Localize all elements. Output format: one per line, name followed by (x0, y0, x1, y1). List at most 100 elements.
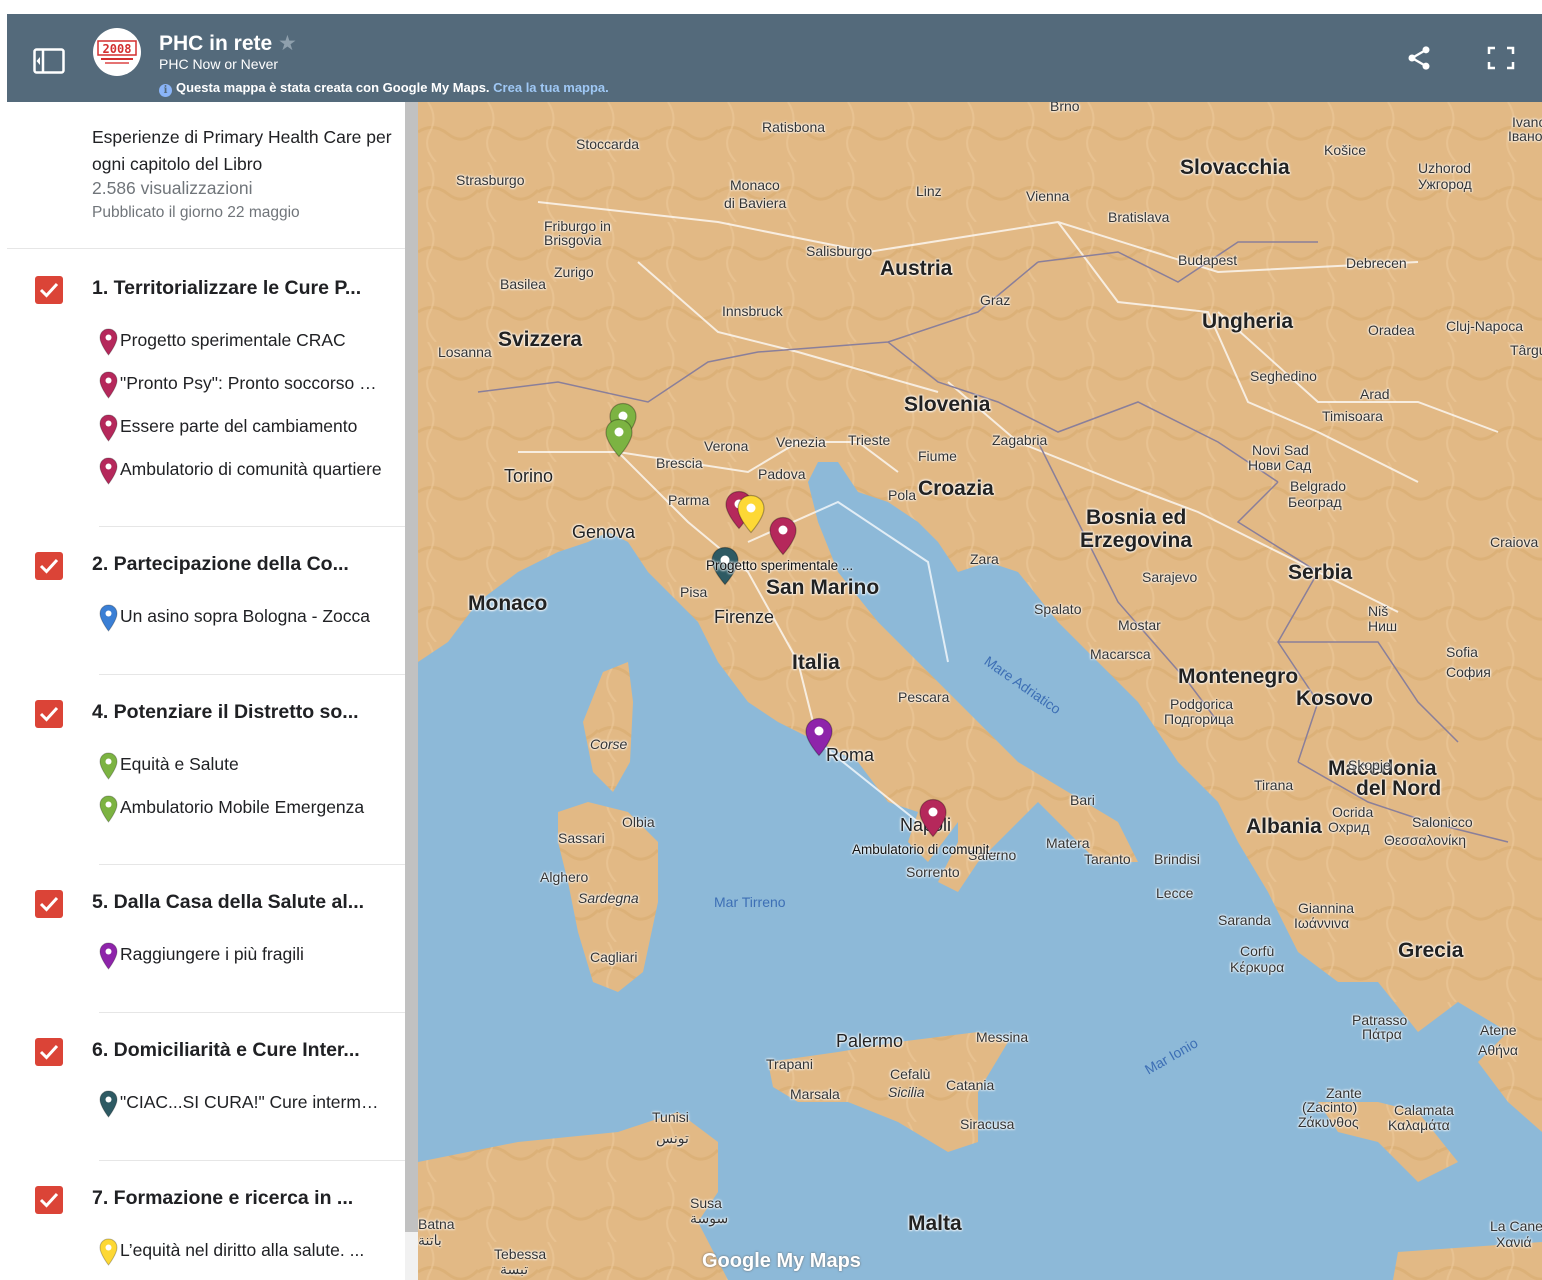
layer-checkbox[interactable] (35, 1186, 63, 1214)
city-label: Taranto (1084, 851, 1131, 867)
place-item[interactable]: Raggiungere i più fragili (99, 942, 399, 970)
city-label: Pisa (680, 584, 708, 600)
layer-title[interactable]: 7. Formazione e ricerca in ... (92, 1187, 392, 1210)
place-item[interactable]: Ambulatorio di comunità quartiere (99, 457, 399, 485)
scrollbar-thumb[interactable] (405, 102, 418, 1232)
country-label: Bosnia ed (1086, 506, 1187, 529)
place-item[interactable]: Ambulatorio Mobile Emergenza (99, 795, 399, 823)
city-label: Innsbruck (722, 303, 783, 319)
sea-label: Mar Tirreno (714, 894, 786, 910)
published-date: Pubblicato il giorno 22 maggio (92, 204, 300, 221)
my-maps-app: 2008 PHC in rete ★ PHC Now or Never i Que… (0, 0, 1542, 1280)
city-label: Alghero (540, 869, 589, 885)
share-button[interactable] (1405, 44, 1433, 72)
side-panel-toggle-button[interactable] (33, 48, 65, 74)
city-label: Craiova (1490, 534, 1539, 550)
layer-title[interactable]: 4. Potenziare il Distretto so... (92, 701, 392, 724)
country-label: Serbia (1288, 561, 1353, 584)
create-map-link[interactable]: Crea la tua mappa. (493, 80, 609, 95)
map-canvas[interactable]: Svizzera Austria Slovacchia Ungheria Sloveni… (418, 102, 1542, 1280)
city-label: Atene (1480, 1022, 1517, 1038)
place-item[interactable]: Equità e Salute (99, 752, 399, 780)
layer-checkbox[interactable] (35, 700, 63, 728)
city-label: Macarsca (1090, 646, 1151, 662)
city-label: Venezia (776, 434, 826, 450)
city-label: Sassari (558, 830, 605, 846)
place-item[interactable]: "CIAC...SI CURA!" Cure intermedie (99, 1090, 399, 1118)
layer-title[interactable]: 6. Domiciliarità e Cure Inter... (92, 1039, 392, 1062)
star-icon[interactable]: ★ (278, 31, 297, 56)
pin-label-ambulatorio: Ambulatorio di comunit... (852, 842, 1001, 857)
city-label: Brisgovia (544, 232, 602, 248)
country-label: Svizzera (498, 328, 583, 351)
island-label: Sardegna (578, 890, 639, 906)
city-label: Salisburgo (806, 243, 873, 259)
country-label: Grecia (1398, 939, 1464, 962)
layer-checkbox[interactable] (35, 890, 63, 918)
city-label: Ζάκυνθος (1298, 1114, 1359, 1130)
layer-title[interactable]: 5. Dalla Casa della Salute al... (92, 891, 392, 914)
layer-title[interactable]: 1. Territorializzare le Cure P... (92, 277, 392, 300)
city-label: Tunisi (652, 1109, 689, 1125)
place-item[interactable]: L’equità nel diritto alla salute. ... (99, 1238, 399, 1266)
map-marker-icon[interactable] (736, 494, 766, 534)
city-label: Bari (1070, 792, 1095, 808)
layer-divider (99, 674, 405, 675)
created-with-notice: i Questa mappa è stata creata con Google … (159, 80, 609, 97)
map-title: PHC in rete (159, 32, 273, 55)
city-label: Basilea (500, 276, 546, 292)
city-label: Podgorica (1170, 696, 1234, 712)
fullscreen-button[interactable] (1487, 46, 1515, 70)
layer-checkbox[interactable] (35, 1038, 63, 1066)
city-label: Zara (970, 551, 999, 567)
map-marker-icon[interactable] (604, 418, 634, 458)
city-label: Brescia (656, 455, 703, 471)
layer-checkbox[interactable] (35, 552, 63, 580)
city-label: Stoccarda (576, 136, 640, 152)
city-label: Fiume (918, 448, 957, 464)
place-marker-icon (99, 457, 118, 485)
city-label: Tebessa (494, 1246, 547, 1262)
island-label: Corse (590, 736, 628, 752)
layer-divider (99, 864, 405, 865)
fullscreen-icon (1487, 46, 1515, 70)
city-label: Torino (504, 466, 554, 486)
city-label: Losanna (438, 344, 492, 360)
city-label: Cefalù (890, 1066, 931, 1082)
city-label: Подгорица (1164, 711, 1234, 727)
view-count: 2.586 visualizzazioni (92, 178, 253, 198)
notice-text: Questa mappa è stata creata con Google M… (176, 80, 490, 95)
scrollbar-track[interactable] (405, 1232, 418, 1280)
city-label: Vienna (1026, 188, 1070, 204)
place-marker-icon (99, 604, 118, 632)
country-label: Slovenia (904, 393, 991, 416)
city-label: Ужгород (1418, 176, 1472, 192)
map-marker-icon[interactable] (918, 798, 948, 838)
city-label: Ratisbona (762, 119, 826, 135)
city-label: Linz (916, 183, 942, 199)
city-label: Messina (976, 1029, 1029, 1045)
country-label: Italia (792, 651, 840, 674)
city-label: Olbia (622, 814, 655, 830)
map-marker-icon[interactable] (804, 717, 834, 757)
city-label: Belgrado (1290, 478, 1347, 494)
divider (7, 248, 405, 249)
city-label: Нови Сад (1248, 457, 1312, 473)
place-item[interactable]: "Pronto Psy": Pronto soccorso psicologic… (99, 371, 399, 399)
country-label: Ungheria (1202, 310, 1294, 333)
city-label: Košice (1324, 142, 1367, 158)
city-label: Siracusa (960, 1116, 1015, 1132)
layer-checkbox[interactable] (35, 276, 63, 304)
place-item[interactable]: Essere parte del cambiamento (99, 414, 399, 442)
layer-divider (99, 1012, 405, 1013)
map-marker-icon[interactable] (768, 516, 798, 556)
city-label: Târgu (1510, 342, 1542, 358)
country-label: Monaco (468, 592, 548, 615)
place-item[interactable]: Progetto sperimentale CRAC (99, 328, 399, 356)
place-item[interactable]: Un asino sopra Bologna - Zocca (99, 604, 399, 632)
layer-title[interactable]: 2. Partecipazione della Co... (92, 553, 392, 576)
city-label: Sofia (1446, 644, 1478, 660)
city-label: Parma (668, 492, 710, 508)
city-label: Timisoara (1322, 408, 1383, 424)
city-label: Budapest (1178, 252, 1238, 268)
